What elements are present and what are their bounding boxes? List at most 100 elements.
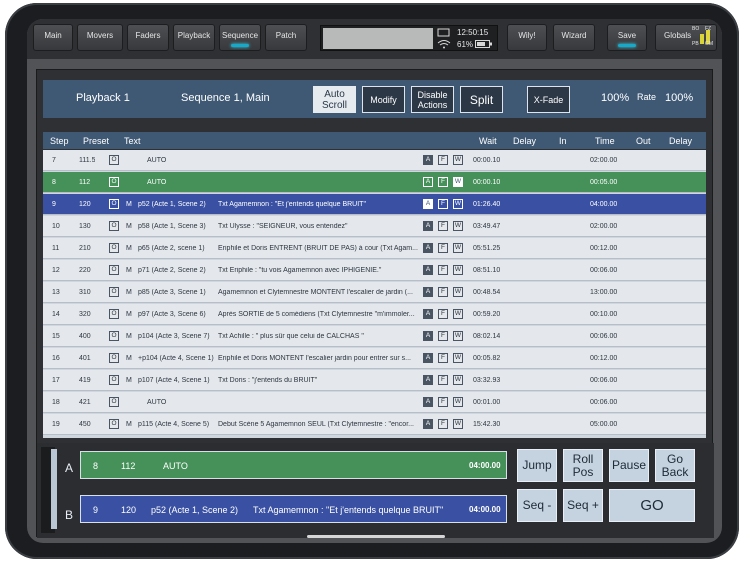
cue-f-flag[interactable]: F: [438, 309, 448, 319]
cue-a-flag[interactable]: A: [423, 353, 433, 363]
cue-a-flag[interactable]: A: [423, 221, 433, 231]
cue-o-flag[interactable]: O: [109, 177, 119, 187]
cue-w-flag[interactable]: W: [453, 397, 463, 407]
cue-a-flag[interactable]: A: [423, 287, 433, 297]
cue-row[interactable]: 18 421 O AUTO A F W 00:01.00 00:06.00: [43, 392, 706, 413]
cue-row[interactable]: 13 310 O Mp85 (Acte 3, Scene 1) Agamemnon et…: [43, 282, 706, 303]
cue-f-flag[interactable]: F: [438, 353, 448, 363]
cue-row[interactable]: 17 419 O Mp107 (Acte 4, Scene 1) Txt Doris :…: [43, 370, 706, 391]
cue-w-flag[interactable]: W: [453, 221, 463, 231]
cue-f-flag[interactable]: F: [438, 397, 448, 407]
cue-row[interactable]: 16 401 O M +p104 (Acte 4, Scene 1) Eriphile e…: [43, 348, 706, 369]
cue-o-flag[interactable]: O: [109, 243, 119, 253]
cue-f-flag[interactable]: F: [438, 199, 448, 209]
cue-a-flag[interactable]: A: [423, 265, 433, 275]
sequence-panel: Playback 1 Sequence 1, Main Auto Scroll …: [36, 69, 714, 538]
go-back-button[interactable]: Go Back: [655, 449, 695, 482]
seq-plus-button[interactable]: Seq +: [563, 489, 603, 522]
roll-pos-button[interactable]: Roll Pos: [563, 449, 603, 482]
cue-a-flag[interactable]: A: [423, 177, 433, 187]
cue-w-flag[interactable]: W: [453, 309, 463, 319]
jump-button[interactable]: Jump: [517, 449, 557, 482]
auto-scroll-toggle[interactable]: Auto Scroll: [313, 86, 356, 113]
faders-tab-button[interactable]: Faders: [127, 24, 169, 51]
cue-row[interactable]: 9 120 O Mp52 (Acte 1, Scene 2) Txt Agamemnon…: [43, 194, 706, 215]
seq-minus-button[interactable]: Seq -: [517, 489, 557, 522]
patch-tab-button[interactable]: Patch: [265, 24, 307, 51]
playback-a-time: 04:00.00: [469, 461, 501, 470]
battery-icon: [475, 40, 492, 48]
modify-button[interactable]: Modify: [362, 86, 405, 113]
cue-w-flag[interactable]: W: [453, 177, 463, 187]
cue-o-flag[interactable]: O: [109, 265, 119, 275]
cue-row[interactable]: 14 320 O Mp97 (Acte 3, Scene 6) Après SORTIE…: [43, 304, 706, 325]
cue-f-flag[interactable]: F: [438, 331, 448, 341]
crossfade-slider-handle[interactable]: [51, 449, 57, 529]
cue-row[interactable]: 8 112 O AUTO A F W 00:00.10 00:05.00: [43, 172, 706, 193]
wizard-button[interactable]: Wizard: [553, 24, 595, 51]
go-button[interactable]: GO: [609, 489, 695, 522]
cue-o-flag[interactable]: O: [109, 331, 119, 341]
cue-row[interactable]: 11 210 O Mp65 (Acte 2, scene 1) Eriphile et …: [43, 238, 706, 259]
cue-row[interactable]: 10 130 O Mp58 (Acte 1, Scene 3) Txt Ulysse :…: [43, 216, 706, 237]
main-tab-button[interactable]: Main: [33, 24, 73, 51]
top-toolbar: Main Movers Faders Playback Sequence Pat…: [27, 19, 722, 59]
cue-o-flag[interactable]: O: [109, 309, 119, 319]
cue-f-flag[interactable]: F: [438, 419, 448, 429]
playback-tab-button[interactable]: Playback: [173, 24, 215, 51]
cue-row[interactable]: 15 400 O Mp104 (Acte 3, Scene 7) Txt Achille…: [43, 326, 706, 347]
cue-o-flag[interactable]: O: [109, 375, 119, 385]
save-button[interactable]: Save: [607, 24, 647, 51]
globals-button[interactable]: Globals BO FZ PB GM: [655, 24, 717, 51]
cue-w-flag[interactable]: W: [453, 243, 463, 253]
cue-w-flag[interactable]: W: [453, 331, 463, 341]
cue-a-flag[interactable]: A: [423, 243, 433, 253]
cue-row[interactable]: 7 111.5 O AUTO A F W 00:00.10 02:00.00: [43, 150, 706, 171]
cue-row[interactable]: 19 450 O Mp115 (Acte 4, Scene 5) Debut Scène…: [43, 414, 706, 435]
cue-step: 12: [52, 267, 60, 274]
xfade-button[interactable]: X-Fade: [527, 86, 570, 113]
cue-f-flag[interactable]: F: [438, 243, 448, 253]
sequence-tab-button[interactable]: Sequence: [219, 24, 261, 51]
cue-list[interactable]: 7 111.5 O AUTO A F W 00:00.10 02:00.00 8 112 O AUTO A…: [43, 150, 706, 438]
cue-f-flag[interactable]: F: [438, 265, 448, 275]
disable-actions-button[interactable]: Disable Actions: [411, 86, 454, 113]
playback-a-bar: 8 112 AUTO 04:00.00: [80, 451, 507, 479]
cue-w-flag[interactable]: W: [453, 287, 463, 297]
cue-f-flag[interactable]: F: [438, 287, 448, 297]
cue-a-flag[interactable]: A: [423, 397, 433, 407]
cue-o-flag[interactable]: O: [109, 155, 119, 165]
cue-row[interactable]: 12 220 O Mp71 (Acte 2, Scene 2) Txt Eriphile…: [43, 260, 706, 281]
pause-button[interactable]: Pause: [609, 449, 649, 482]
cue-f-flag[interactable]: F: [438, 177, 448, 187]
movers-tab-button[interactable]: Movers: [77, 24, 123, 51]
cue-o-flag[interactable]: O: [109, 199, 119, 209]
cue-time: 05:00.00: [590, 421, 618, 428]
cue-w-flag[interactable]: W: [453, 155, 463, 165]
cue-w-flag[interactable]: W: [453, 419, 463, 429]
cue-f-flag[interactable]: F: [438, 155, 448, 165]
cue-a-flag[interactable]: A: [423, 375, 433, 385]
cue-o-flag[interactable]: O: [109, 419, 119, 429]
cue-text: AUTO: [147, 399, 167, 406]
cue-w-flag[interactable]: W: [453, 353, 463, 363]
cue-f-flag[interactable]: F: [438, 375, 448, 385]
cue-o-flag[interactable]: O: [109, 287, 119, 297]
cue-a-flag[interactable]: A: [423, 309, 433, 319]
cue-o-flag[interactable]: O: [109, 397, 119, 407]
cue-w-flag[interactable]: W: [453, 265, 463, 275]
cue-w-flag[interactable]: W: [453, 375, 463, 385]
wily-button[interactable]: Wily!: [507, 24, 547, 51]
cue-wait: 00:01.00: [473, 399, 501, 406]
sequence-tab-label: Sequence: [221, 31, 259, 40]
cue-a-flag[interactable]: A: [423, 331, 433, 341]
cue-scene: +p104 (Acte 4, Scene 1): [138, 355, 214, 362]
cue-o-flag[interactable]: O: [109, 221, 119, 231]
cue-a-flag[interactable]: A: [423, 419, 433, 429]
cue-a-flag[interactable]: A: [423, 199, 433, 209]
cue-o-flag[interactable]: O: [109, 353, 119, 363]
cue-f-flag[interactable]: F: [438, 221, 448, 231]
cue-w-flag[interactable]: W: [453, 199, 463, 209]
split-button[interactable]: Split: [460, 86, 503, 113]
cue-a-flag[interactable]: A: [423, 155, 433, 165]
